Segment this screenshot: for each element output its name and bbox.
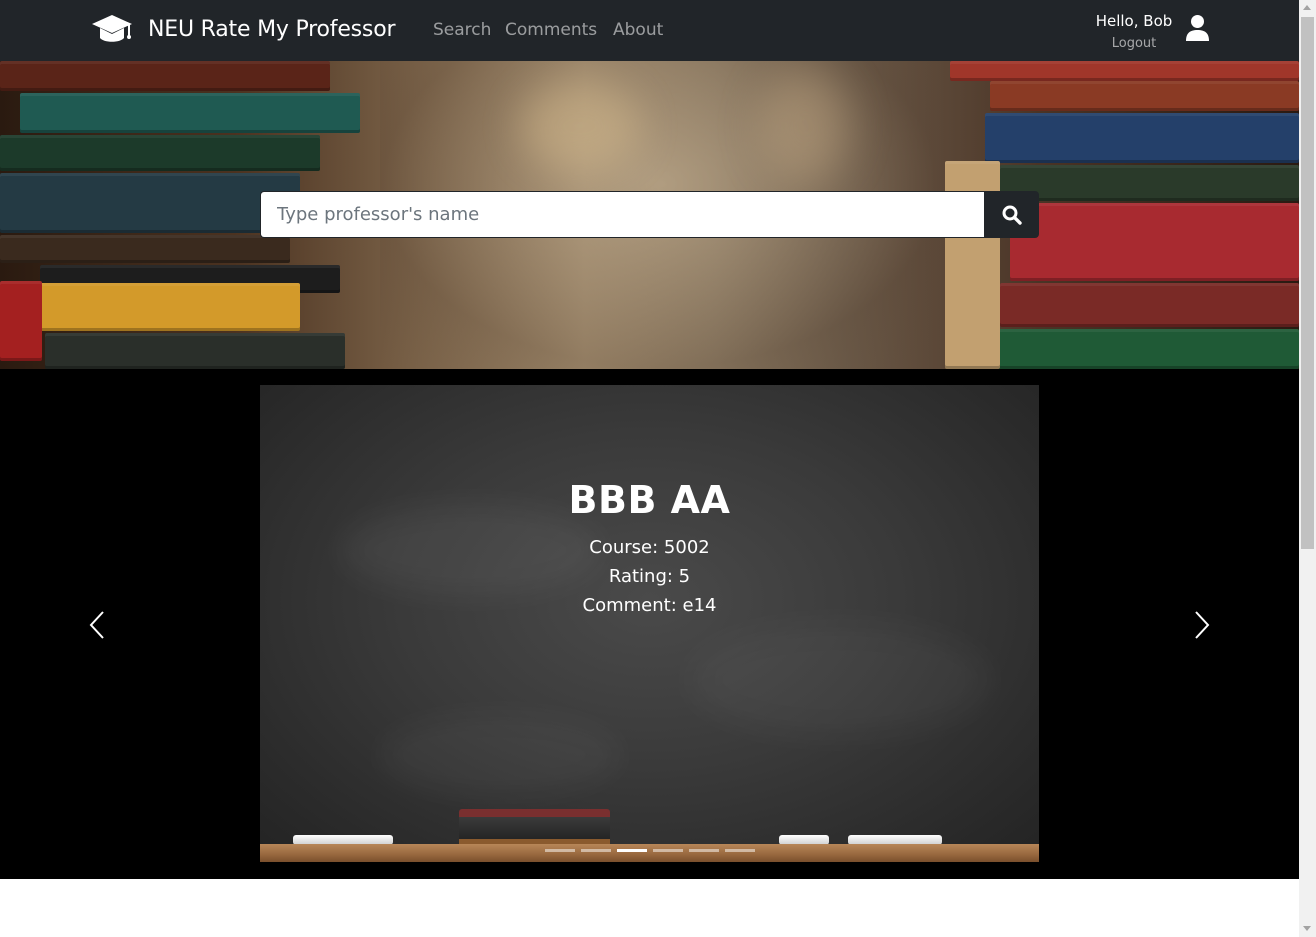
chalk-smudge	[690, 625, 990, 735]
book-spine	[995, 329, 1299, 369]
nav-link-comments[interactable]: Comments	[505, 20, 597, 40]
user-greeting: Hello, Bob	[1095, 12, 1173, 30]
nav-link-search[interactable]: Search	[433, 20, 491, 40]
book-spine	[0, 173, 300, 233]
professor-name: BBB AA	[568, 478, 731, 522]
carousel-indicator[interactable]	[653, 849, 683, 852]
search-button[interactable]	[984, 191, 1039, 238]
logout-link[interactable]: Logout	[1078, 36, 1190, 51]
search-icon	[1002, 205, 1022, 225]
course-text: Course: 5002	[589, 537, 710, 558]
book-spine	[45, 333, 345, 369]
hero-light	[520, 81, 640, 171]
eraser-body	[459, 817, 610, 844]
book-spine	[950, 61, 1299, 81]
hero-light	[760, 71, 850, 181]
book-spine	[1000, 165, 1299, 201]
book-spine	[985, 113, 1299, 163]
carousel-slide	[260, 385, 1039, 862]
chevron-left-icon[interactable]	[85, 610, 109, 640]
book-spine	[0, 235, 290, 263]
rating-text: Rating: 5	[608, 566, 691, 587]
graduation-cap-icon[interactable]	[91, 13, 133, 45]
carousel-indicator[interactable]	[689, 849, 719, 852]
page-scrollbar[interactable]	[1299, 0, 1316, 937]
scrollbar-thumb[interactable]	[1301, 17, 1314, 549]
chevron-right-icon[interactable]	[1190, 610, 1214, 640]
chalk-smudge	[380, 715, 620, 795]
carousel-indicator[interactable]	[545, 849, 575, 852]
professor-search-input[interactable]	[260, 191, 984, 238]
book-spine	[0, 281, 42, 361]
user-icon[interactable]	[1185, 14, 1210, 42]
book-spine	[990, 81, 1299, 111]
book-spine	[20, 93, 360, 133]
carousel-indicator-active[interactable]	[617, 849, 647, 852]
scroll-up-arrow-icon[interactable]	[1303, 5, 1311, 10]
comment-text: Comment: e14	[582, 595, 717, 616]
carousel-indicator[interactable]	[725, 849, 755, 852]
book-spine	[0, 135, 320, 171]
book-spine	[1010, 203, 1299, 281]
book-spine	[40, 283, 300, 331]
chalkboard-ledge	[260, 844, 1039, 862]
navbar: NEU Rate My Professor Search Comments Ab…	[0, 0, 1299, 61]
book-spine	[0, 61, 330, 91]
scroll-down-arrow-icon[interactable]	[1303, 926, 1311, 931]
nav-link-about[interactable]: About	[613, 20, 663, 40]
brand-title[interactable]: NEU Rate My Professor	[148, 17, 395, 42]
book-spine	[1000, 283, 1299, 327]
carousel-indicator[interactable]	[581, 849, 611, 852]
